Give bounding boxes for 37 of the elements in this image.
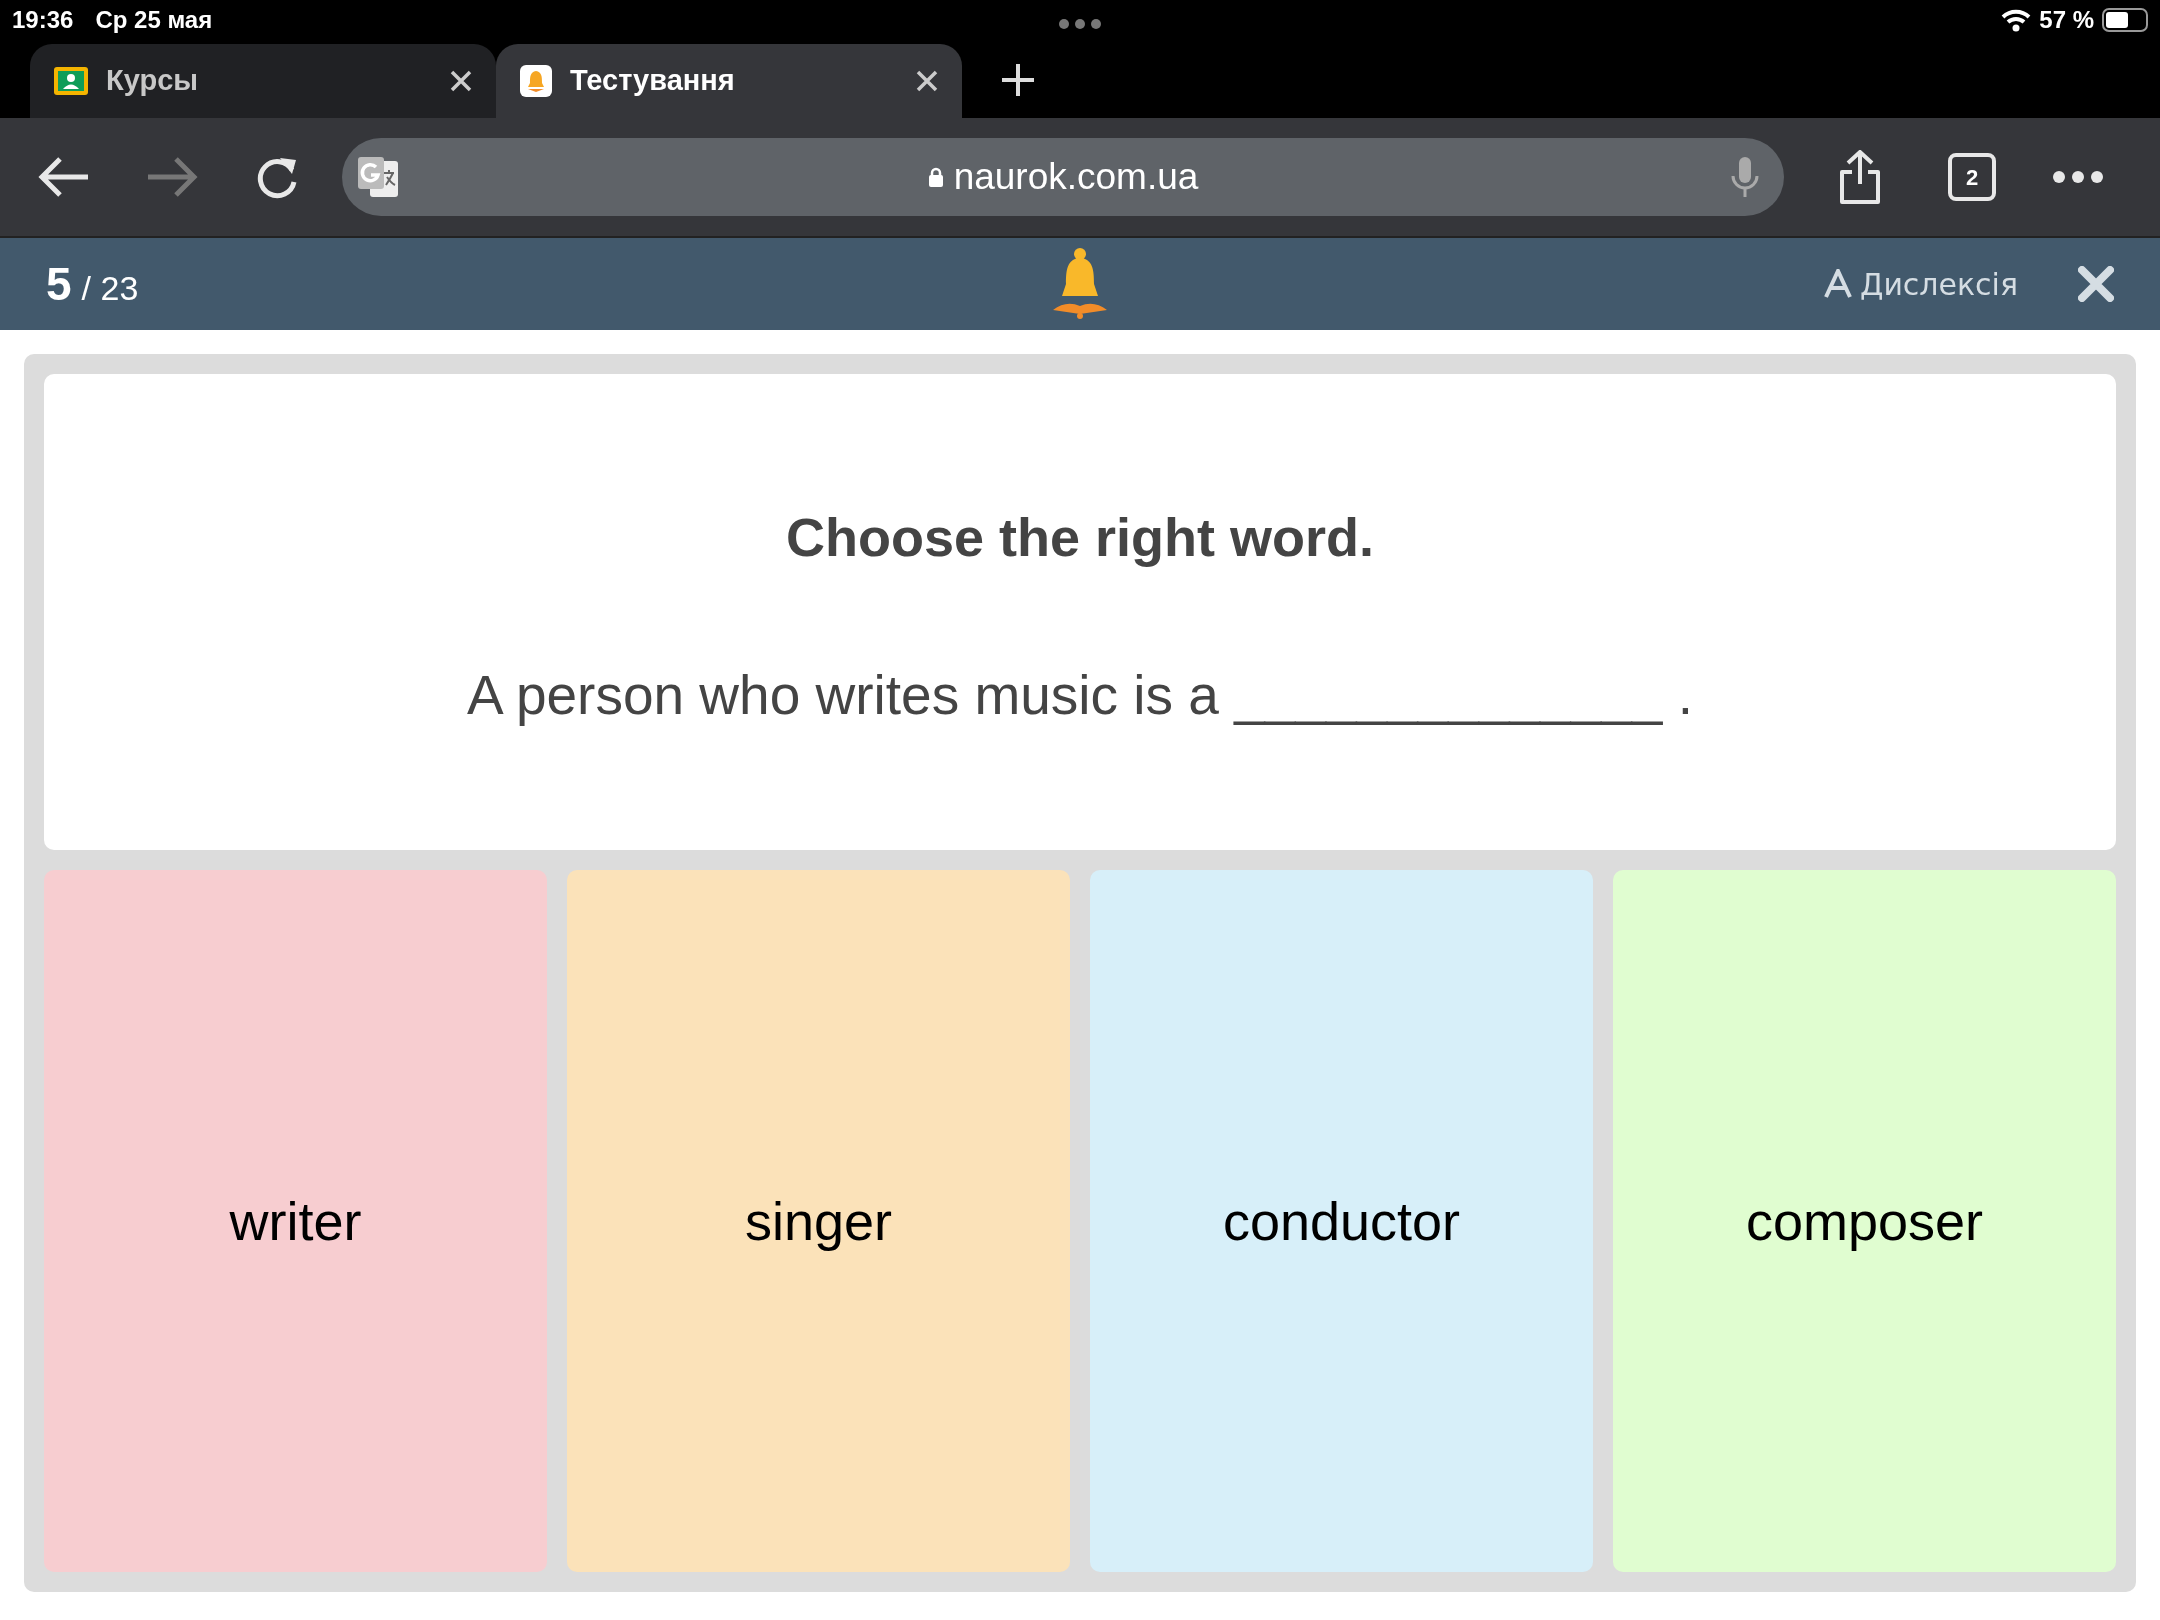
question-total: / 23 bbox=[81, 267, 139, 309]
answer-option[interactable]: singer bbox=[567, 870, 1070, 1572]
answer-option[interactable]: conductor bbox=[1090, 870, 1593, 1572]
more-dots-icon bbox=[1058, 18, 1102, 30]
battery-percent: 57 % bbox=[2039, 5, 2094, 35]
new-tab-plus-icon bbox=[1000, 62, 1036, 98]
browser-tab[interactable]: Тестування bbox=[496, 44, 962, 118]
classroom-icon bbox=[54, 67, 88, 95]
lock-icon bbox=[927, 167, 944, 187]
bell-icon bbox=[520, 65, 552, 97]
close-icon bbox=[2078, 266, 2114, 302]
close-icon bbox=[916, 70, 938, 92]
tab-title: Курсы bbox=[106, 63, 200, 99]
url-text: naurok.com.ua bbox=[953, 155, 1199, 200]
tab-count-button[interactable]: 2 bbox=[1948, 153, 1996, 201]
tab-title: Тестування bbox=[570, 63, 736, 99]
forward-arrow-icon bbox=[146, 157, 198, 197]
date-text: Ср 25 мая bbox=[95, 5, 213, 35]
letter-a-icon bbox=[1823, 269, 1852, 299]
question-text: A person who writes music is a ______________ . bbox=[466, 663, 1693, 729]
question-number: 5 bbox=[46, 256, 72, 312]
clock-time: 19:36 bbox=[12, 5, 74, 35]
dyslexia-button[interactable]: Дислексія bbox=[1823, 261, 2018, 307]
battery-icon bbox=[2102, 8, 2148, 32]
answer-option[interactable]: composer bbox=[1613, 870, 2116, 1572]
back-arrow-icon bbox=[38, 157, 90, 197]
bell-on-book-icon bbox=[1051, 248, 1109, 320]
translate-icon bbox=[356, 155, 400, 199]
question-title: Choose the right word. bbox=[786, 506, 1374, 570]
browser-tab[interactable]: Курсы bbox=[30, 44, 496, 118]
address-bar[interactable]: naurok.com.ua bbox=[342, 138, 1784, 216]
microphone-icon bbox=[1730, 156, 1760, 198]
more-menu-icon bbox=[2052, 170, 2104, 184]
answer-option[interactable]: writer bbox=[44, 870, 547, 1572]
wifi-icon bbox=[2001, 8, 2032, 32]
close-icon bbox=[450, 70, 472, 92]
share-icon bbox=[1838, 150, 1882, 204]
